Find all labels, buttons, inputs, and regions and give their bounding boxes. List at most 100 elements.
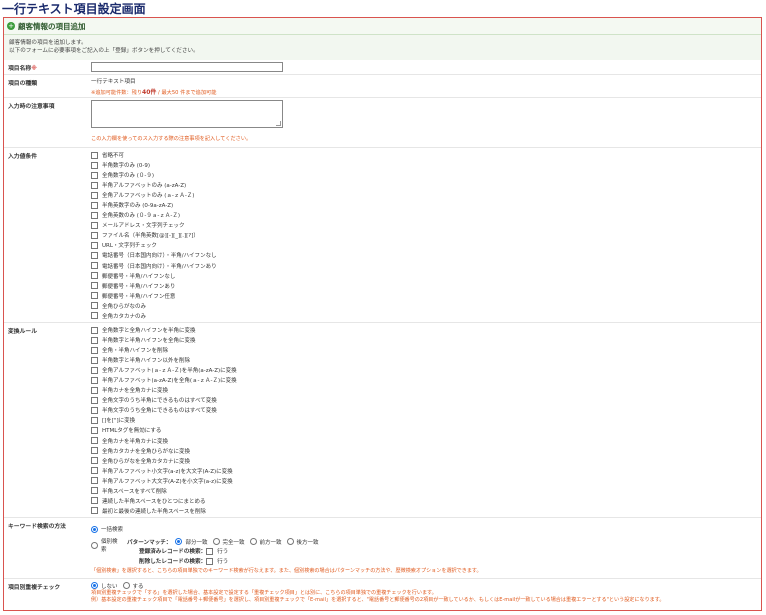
condition-label: 電話番号（日本国内向け）・半角/ハイフンなし — [102, 253, 217, 260]
rule-label: HTMLタグを無効にする — [102, 428, 162, 435]
field-name-input[interactable] — [91, 62, 283, 72]
condition-item: メールアドレス・文字列チェック — [91, 220, 761, 230]
radio-search-all[interactable] — [91, 525, 98, 533]
plus-circle-icon: + — [7, 22, 15, 30]
rule-checkbox[interactable] — [91, 366, 98, 374]
rule-checkbox[interactable] — [91, 416, 98, 424]
conditions-label: 入力値条件 — [8, 154, 37, 160]
rule-item: 半角アルファベット大文字(A-Z)を小文字(a-z)に変換 — [91, 476, 761, 486]
rule-checkbox[interactable] — [91, 467, 98, 475]
panel-header: + 顧客情報の項目追加 — [4, 18, 761, 35]
rule-label: 半角アルファベット小文字(a-z)を大文字(A-Z)に変換 — [102, 468, 233, 475]
rule-label: 全角カタカナを全角ひらがなに変換 — [102, 448, 191, 455]
keyword-search-note: 「個別検索」を選択すると、こちらの項目単独でのキーワード検索が行なえます。また、… — [91, 568, 482, 574]
rule-checkbox[interactable] — [91, 437, 98, 445]
rule-checkbox[interactable] — [91, 406, 98, 414]
radio-pattern-prefix[interactable] — [249, 538, 257, 545]
condition-checkbox[interactable] — [91, 211, 98, 219]
radio-pattern-exact[interactable] — [212, 538, 220, 545]
condition-checkbox[interactable] — [91, 312, 98, 320]
rule-checkbox[interactable] — [91, 497, 98, 505]
condition-checkbox[interactable] — [91, 161, 98, 169]
condition-checkbox[interactable] — [91, 201, 98, 209]
radio-search-each[interactable] — [91, 541, 98, 549]
pattern-match-label: パターンマッチ： — [127, 539, 172, 546]
checkbox-registered-search[interactable] — [206, 547, 214, 555]
condition-item: 半角アルファベットのみ (a-zA-Z) — [91, 180, 761, 190]
condition-item: 電話番号（日本国内向け）・半角/ハイフンなし — [91, 250, 761, 260]
condition-item: 郵便番号・半角/ハイフンなし — [91, 271, 761, 281]
row-field-name: 項目名称※ — [4, 60, 761, 75]
rule-checkbox[interactable] — [91, 487, 98, 495]
condition-checkbox[interactable] — [91, 262, 98, 270]
row-rules: 変換ルール 全角数字と全角ハイフンを半角に変換 半角数字と半角ハイフンを全角に変換… — [4, 323, 761, 518]
rule-item: 半角アルファベット小文字(a-z)を大文字(A-Z)に変換 — [91, 466, 761, 476]
rule-checkbox[interactable] — [91, 447, 98, 455]
rule-item: HTMLタグを無効にする — [91, 425, 761, 435]
condition-item: 郵便番号・半角/ハイフンあり — [91, 281, 761, 291]
rule-label: 全角文字のうち半角にできるものはすべて変換 — [102, 398, 217, 405]
row-dup-check: 項目別重複チェック しない する 項目別重複チェックで「する」を選択した場合、基… — [4, 579, 761, 609]
pattern-partial-label: 部分一致 — [185, 539, 208, 546]
condition-checkbox[interactable] — [91, 282, 98, 290]
field-type-value: 一行テキスト項目 — [91, 79, 136, 85]
rule-item: 半角カナを全角カナに変換 — [91, 385, 761, 395]
condition-item: URL・文字列チェック — [91, 240, 761, 250]
rule-checkbox[interactable] — [91, 477, 98, 485]
rules-list: 全角数字と全角ハイフンを半角に変換 半角数字と半角ハイフンを全角に変換 全角・半角ハ… — [89, 323, 761, 517]
rule-label: 全角カナを半角カナに変換 — [102, 438, 169, 445]
notice-note: この入力欄を使ってのス入力する際の注意事項を記入してください。 — [91, 136, 252, 142]
rule-label: 連続した半角スペースをひとつにまとめる — [102, 498, 206, 505]
row-notice: 入力時の注意事項 この入力欄を使ってのス入力する際の注意事項を記入してください。 — [4, 98, 761, 148]
rule-item: 半角アルファベット(a-zA-Z)を全角(ａ-ｚＡ-Ｚ)に変換 — [91, 375, 761, 385]
radio-dup-yes[interactable] — [122, 582, 130, 589]
condition-item: 電話番号（日本国内向け）・半角/ハイフンあり — [91, 261, 761, 271]
rule-checkbox[interactable] — [91, 457, 98, 465]
rule-checkbox[interactable] — [91, 336, 98, 344]
condition-checkbox[interactable] — [91, 251, 98, 259]
panel-title: 顧客情報の項目追加 — [18, 21, 86, 31]
rule-checkbox[interactable] — [91, 326, 98, 334]
rule-checkbox[interactable] — [91, 356, 98, 364]
rule-item: 全角アルファベット(ａ-ｚＡ-Ｚ)を半角(a-zA-Z)に変換 — [91, 365, 761, 375]
condition-item: ファイル名（半角英数[@][-][_][.][?]） — [91, 230, 761, 240]
condition-checkbox[interactable] — [91, 221, 98, 229]
condition-item: 半角英数字のみ (0-9a-zA-Z) — [91, 200, 761, 210]
radio-dup-no[interactable] — [91, 582, 98, 589]
condition-checkbox[interactable] — [91, 151, 98, 159]
rule-checkbox[interactable] — [91, 426, 98, 434]
condition-checkbox[interactable] — [91, 191, 98, 199]
checkbox-deleted-search[interactable] — [206, 557, 214, 565]
rule-label: 半角数字と半角ハイフン以外を削除 — [102, 358, 191, 365]
condition-checkbox[interactable] — [91, 272, 98, 280]
radio-pattern-suffix[interactable] — [286, 538, 294, 545]
remaining-count-note: ※追加可能件数：残り40件 / 最大50 件まで追加可能 — [91, 89, 217, 96]
dup-check-label: 項目別重複チェック — [8, 585, 61, 591]
radio-pattern-partial[interactable] — [175, 538, 183, 545]
condition-label: 全角ひらがなのみ — [102, 303, 147, 310]
condition-checkbox[interactable] — [91, 241, 98, 249]
notice-textarea[interactable] — [91, 100, 283, 128]
rule-checkbox[interactable] — [91, 376, 98, 384]
condition-checkbox[interactable] — [91, 302, 98, 310]
pattern-suffix-label: 後方一致 — [296, 539, 319, 546]
rule-item: 連続した半角スペースをひとつにまとめる — [91, 496, 761, 506]
condition-checkbox[interactable] — [91, 231, 98, 239]
condition-label: 全角アルファベットのみ (ａ-ｚＡ-Ｚ) — [102, 193, 195, 200]
condition-checkbox[interactable] — [91, 292, 98, 300]
rule-checkbox[interactable] — [91, 396, 98, 404]
rule-item: 半角数字と半角ハイフン以外を削除 — [91, 355, 761, 365]
rule-checkbox[interactable] — [91, 386, 98, 394]
pattern-prefix-label: 前方一致 — [259, 539, 282, 546]
page-title: 一行テキスト項目設定画面 — [2, 2, 146, 16]
rule-checkbox[interactable] — [91, 507, 98, 515]
condition-label: 郵便番号・半角/ハイフンなし — [102, 273, 176, 280]
condition-checkbox[interactable] — [91, 181, 98, 189]
registered-search-label: 登録済みレコードの検索： — [139, 549, 207, 555]
rule-item: 半角文字のうち全角にできるものはすべて変換 — [91, 405, 761, 415]
rule-item: 半角数字と半角ハイフンを全角に変換 — [91, 335, 761, 345]
rule-label: 半角文字のうち全角にできるものはすべて変換 — [102, 408, 217, 415]
condition-item: 半角数字のみ (0-9) — [91, 160, 761, 170]
condition-checkbox[interactable] — [91, 171, 98, 179]
rule-checkbox[interactable] — [91, 346, 98, 354]
